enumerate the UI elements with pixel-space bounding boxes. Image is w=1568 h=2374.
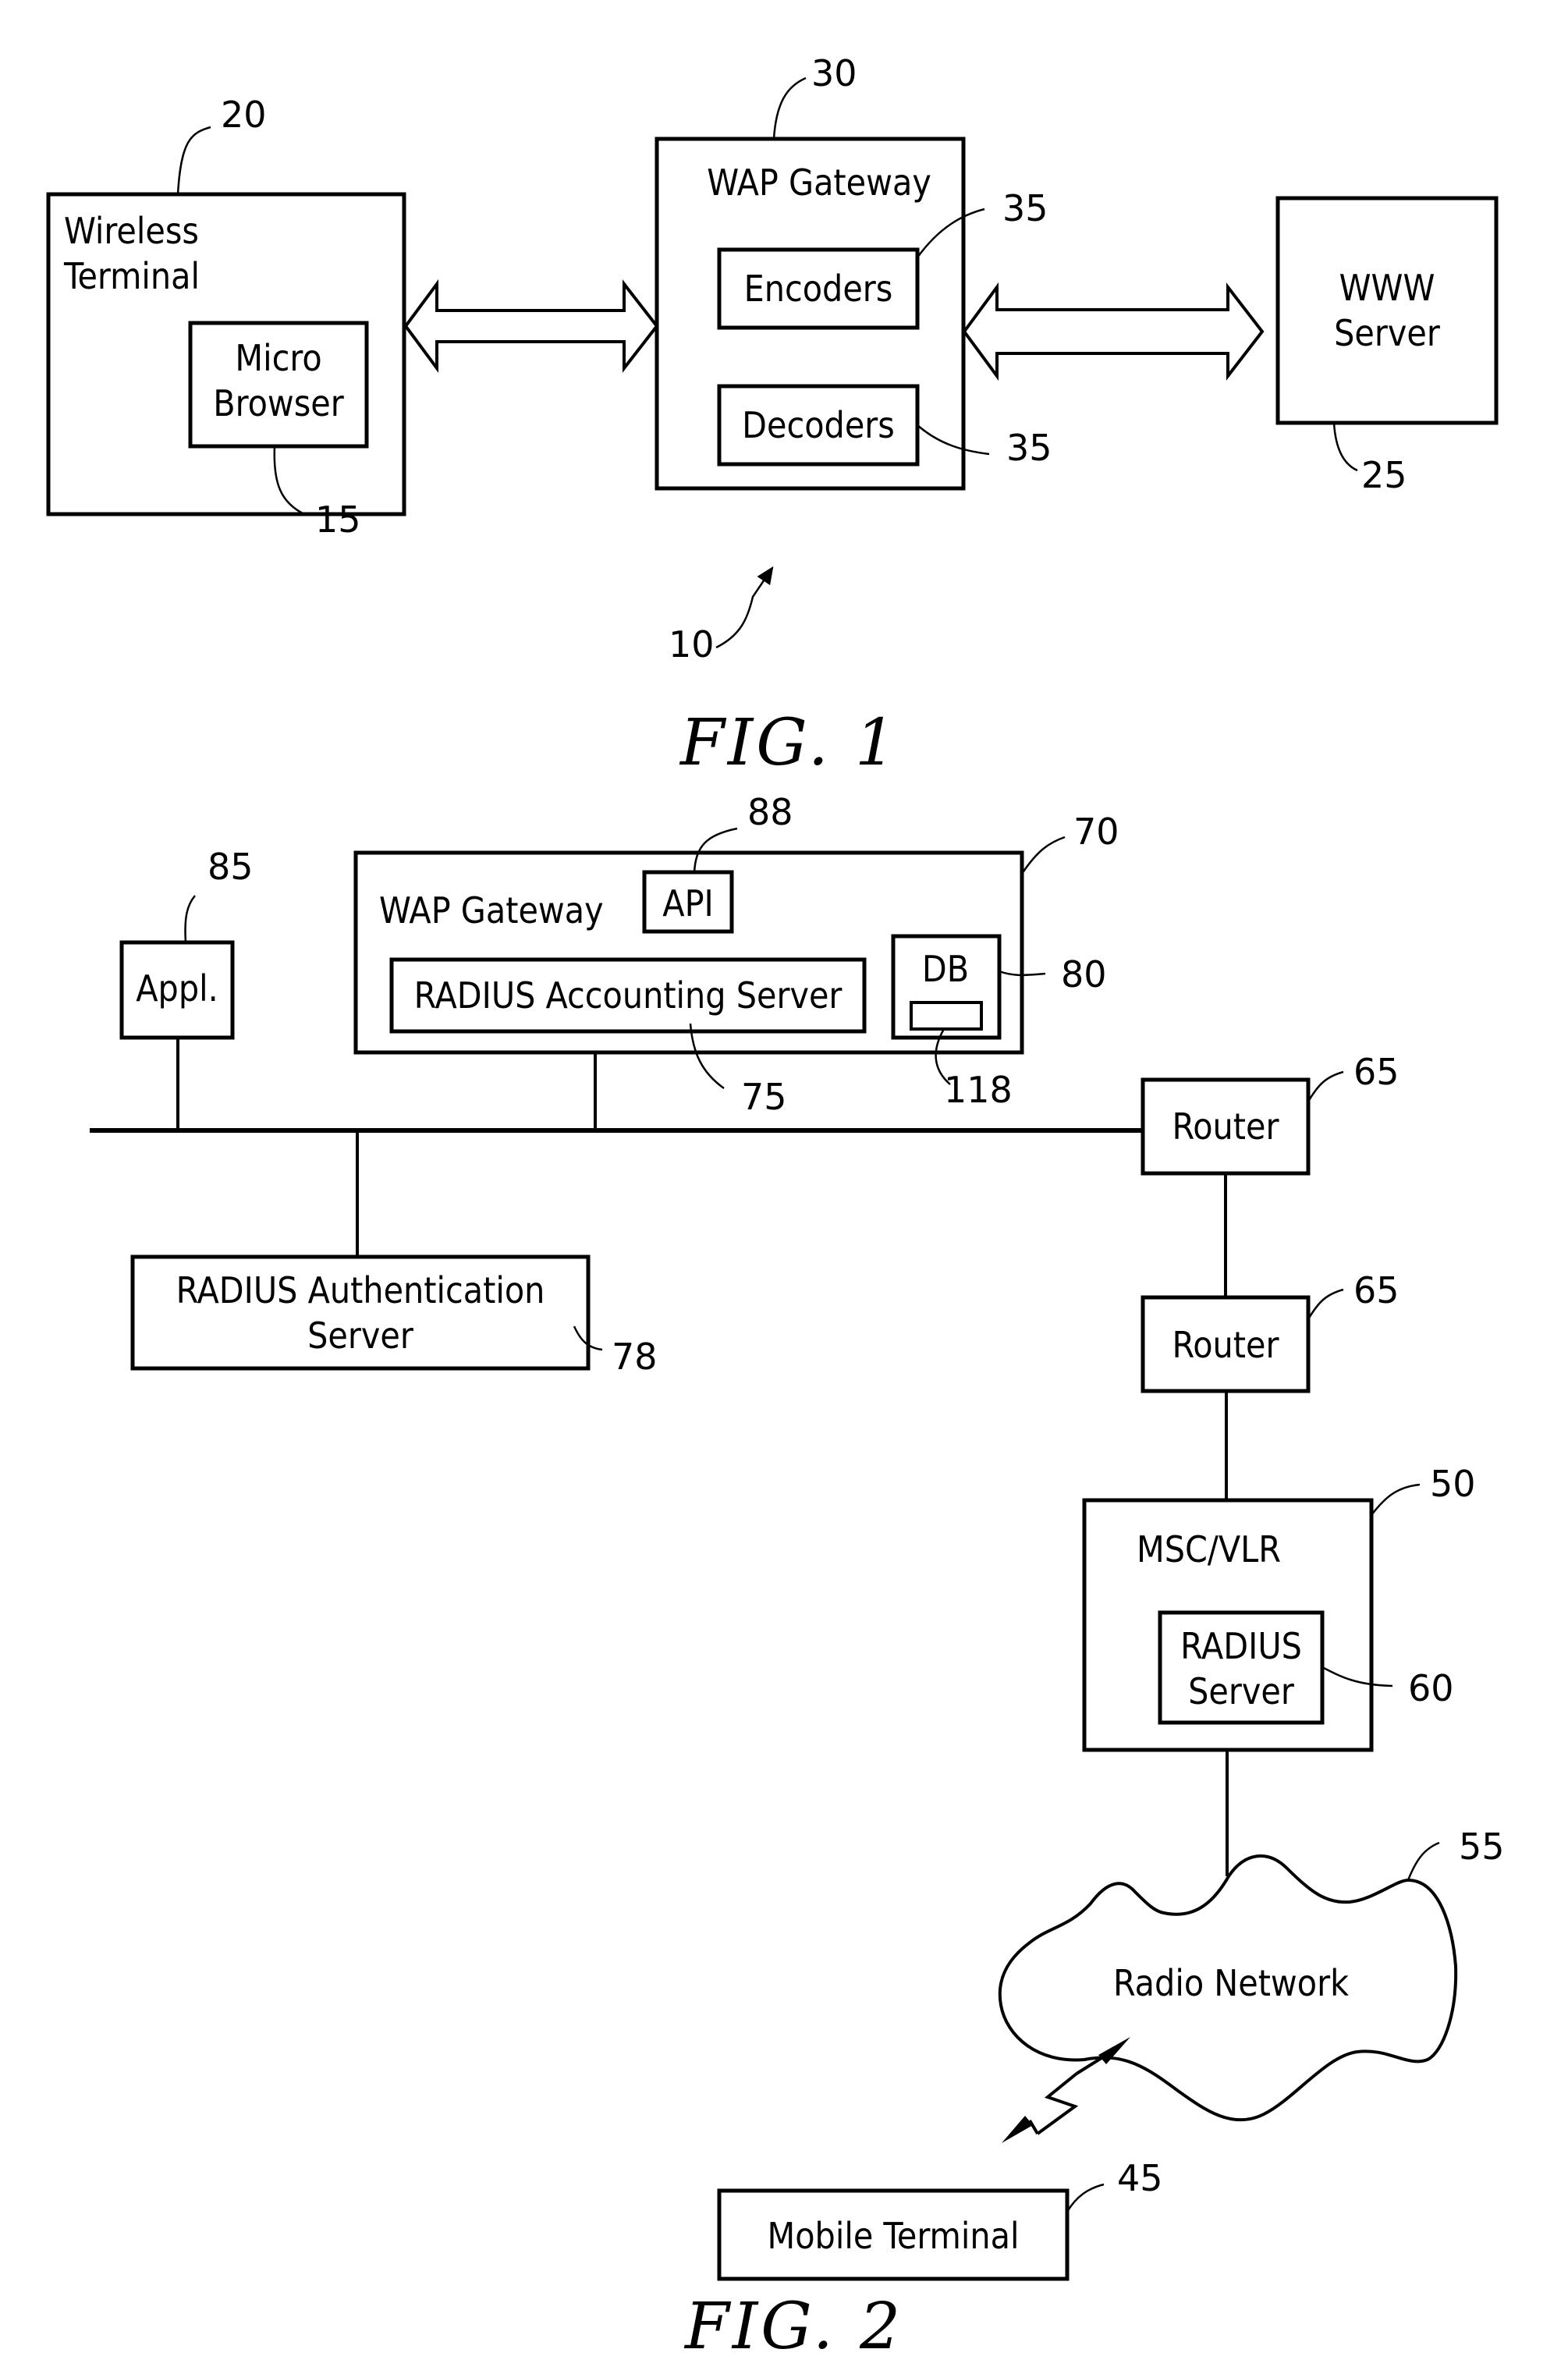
leader-line-25 — [1332, 422, 1358, 472]
leader-line-65-router2 — [1307, 1288, 1344, 1320]
mobile-terminal-label: Mobile Terminal — [768, 2215, 1020, 2257]
application-block[interactable]: Appl. — [119, 940, 235, 1040]
wireless-terminal-label-line1: Wireless — [64, 210, 199, 252]
ref-70: 70 — [1073, 811, 1119, 853]
micro-browser-label-line1: Micro — [235, 337, 321, 379]
ref-15: 15 — [315, 499, 361, 541]
router-2-label: Router — [1172, 1324, 1280, 1366]
encoders-block[interactable]: Encoders — [717, 247, 920, 330]
db-record-118[interactable] — [910, 1001, 983, 1031]
patent-drawing-sheet: Wireless Terminal 20 Micro Browser 15 WA… — [46, 52, 1505, 2364]
leader-line-85 — [184, 895, 196, 943]
www-server-label-line1: WWW — [1339, 267, 1435, 309]
db-block[interactable]: DB — [891, 934, 1002, 1040]
mobile-terminal-block[interactable]: Mobile Terminal — [717, 2188, 1070, 2281]
micro-browser-block[interactable]: Micro Browser — [188, 321, 369, 449]
ref-25: 25 — [1361, 454, 1407, 496]
decoders-label: Decoders — [742, 404, 895, 446]
ref-88: 88 — [747, 791, 793, 833]
figure-2-caption: FIG. 2 — [683, 2290, 903, 2364]
ref-118: 118 — [944, 1069, 1013, 1111]
leader-line-30 — [772, 76, 807, 140]
ref-50: 50 — [1430, 1463, 1476, 1505]
ref-35-encoders: 35 — [1002, 187, 1048, 229]
radio-network-label: Radio Network — [1113, 1962, 1349, 2004]
www-server-block[interactable]: WWW Server — [1275, 196, 1499, 425]
ref-35-decoders: 35 — [1006, 427, 1052, 469]
ref-75: 75 — [741, 1076, 787, 1118]
ref-45: 45 — [1117, 2157, 1163, 2199]
figure-2: Appl. 85 WAP Gateway 70 API 88 RADIUS Ac… — [90, 791, 1505, 2364]
router-2-block[interactable]: Router — [1141, 1295, 1311, 1393]
radius-authentication-label-line2: Server — [307, 1315, 414, 1357]
radius-server-label-line1: RADIUS — [1180, 1625, 1302, 1667]
ref-78: 78 — [612, 1336, 658, 1378]
ref-80: 80 — [1061, 953, 1107, 995]
radius-accounting-server-label: RADIUS Accounting Server — [414, 974, 843, 1017]
ref-85: 85 — [208, 846, 254, 888]
micro-browser-label-line2: Browser — [213, 382, 345, 424]
decoders-block[interactable]: Decoders — [717, 384, 920, 467]
router-1-label: Router — [1172, 1105, 1280, 1148]
bidirectional-arrow-gateway-www — [962, 282, 1265, 381]
radius-server-block[interactable]: RADIUS Server — [1158, 1610, 1325, 1725]
bidirectional-arrow-terminal-gateway — [403, 279, 659, 374]
leader-line-20 — [176, 126, 211, 195]
ref-55: 55 — [1459, 1826, 1505, 1868]
system-pointer-arrow-10 — [715, 566, 774, 649]
ref-60: 60 — [1408, 1667, 1454, 1709]
ref-20: 20 — [221, 94, 267, 136]
api-label: API — [662, 882, 713, 924]
application-label: Appl. — [136, 967, 218, 1010]
figure-1-caption: FIG. 1 — [679, 706, 899, 780]
encoders-label: Encoders — [744, 268, 893, 310]
msc-vlr-label: MSC/VLR — [1137, 1528, 1281, 1570]
leader-line-65-router1 — [1307, 1070, 1344, 1102]
router-1-block[interactable]: Router — [1141, 1077, 1311, 1176]
ref-65-router2: 65 — [1353, 1269, 1399, 1311]
leader-line-45 — [1066, 2183, 1105, 2213]
ref-65-router1: 65 — [1353, 1051, 1399, 1093]
radius-authentication-label-line1: RADIUS Authentication — [176, 1269, 545, 1311]
radius-accounting-server-block[interactable]: RADIUS Accounting Server — [389, 957, 867, 1034]
db-label: DB — [922, 948, 969, 990]
leader-line-55 — [1407, 1841, 1440, 1881]
wap-gateway-label: WAP Gateway — [707, 161, 931, 204]
radius-authentication-server-block[interactable]: RADIUS Authentication Server — [130, 1254, 591, 1371]
figure-1: Wireless Terminal 20 Micro Browser 15 WA… — [46, 52, 1499, 780]
radius-server-label-line2: Server — [1188, 1670, 1295, 1712]
leader-line-50 — [1371, 1483, 1421, 1516]
www-server-label-line2: Server — [1334, 312, 1441, 354]
api-block[interactable]: API — [642, 870, 734, 934]
ref-10: 10 — [669, 623, 715, 665]
ref-30: 30 — [811, 52, 857, 94]
wap-gateway-70-label: WAP Gateway — [379, 889, 604, 932]
leader-line-70 — [1020, 836, 1066, 875]
wireless-terminal-label-line2: Terminal — [63, 255, 200, 297]
